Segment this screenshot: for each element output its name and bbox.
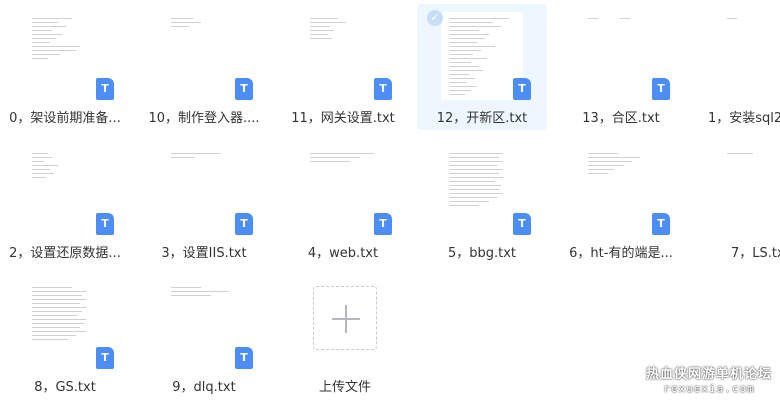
file-grid: T 0，架设前期准备... T 10，制作登入器.... T 11，网关设置.t… xyxy=(0,0,780,405)
upload-label: 上传文件 xyxy=(318,380,371,395)
file-name: 6，ht-有的端是... xyxy=(569,246,673,261)
file-name: 11，网关设置.txt xyxy=(291,111,395,126)
upload-tile[interactable]: 上传文件 xyxy=(286,273,416,399)
file-name: 12，开新区.txt xyxy=(436,111,528,126)
file-tile[interactable]: T 10，制作登入器.... xyxy=(139,4,269,130)
file-tile[interactable]: T 7，LS.txt xyxy=(695,139,780,265)
txt-file-icon: T xyxy=(513,78,531,100)
txt-file-icon: T xyxy=(96,213,114,235)
txt-file-icon: T xyxy=(374,78,392,100)
file-tile[interactable]: T 5，bbg.txt xyxy=(417,139,547,265)
file-thumbnail xyxy=(24,281,106,369)
site-watermark: 热血侠网游单机论坛 rexuexia.com xyxy=(646,363,772,395)
file-thumbnail xyxy=(302,12,384,100)
file-thumbnail xyxy=(719,12,780,100)
watermark-url: rexuexia.com xyxy=(663,382,755,395)
file-thumbnail xyxy=(302,147,384,235)
file-tile-selected[interactable]: ✓ T 12，开新区.txt xyxy=(417,4,547,130)
file-tile[interactable]: T 2，设置还原数据... xyxy=(0,139,130,265)
file-name: 1，安装sql20 xyxy=(708,111,780,126)
file-tile[interactable]: T 9，dlq.txt xyxy=(139,273,269,399)
file-tile[interactable]: T 6，ht-有的端是... xyxy=(556,139,686,265)
txt-file-icon: T xyxy=(235,213,253,235)
file-name: 0，架设前期准备... xyxy=(9,111,121,126)
txt-file-icon: T xyxy=(374,213,392,235)
txt-file-icon: T xyxy=(96,347,114,369)
txt-file-icon: T xyxy=(513,213,531,235)
plus-icon-vertical xyxy=(345,305,347,333)
file-name: 5，bbg.txt xyxy=(447,246,517,261)
upload-button[interactable] xyxy=(313,286,377,350)
file-name: 10，制作登入器.... xyxy=(148,111,260,126)
file-tile[interactable]: T 8，GS.txt xyxy=(0,273,130,399)
file-name: 8，GS.txt xyxy=(34,380,96,395)
file-name: 3，设置IIS.txt xyxy=(161,246,247,261)
file-thumbnail xyxy=(24,12,106,100)
txt-file-icon: T xyxy=(235,78,253,100)
txt-file-icon: T xyxy=(652,213,670,235)
file-tile[interactable]: T 4，web.txt xyxy=(278,139,408,265)
file-name: 9，dlq.txt xyxy=(172,380,236,395)
file-thumbnail xyxy=(163,147,245,235)
file-thumbnail xyxy=(163,281,245,369)
file-tile[interactable]: T 0，架设前期准备... xyxy=(0,4,130,130)
file-name: 2，设置还原数据... xyxy=(9,246,121,261)
watermark-title: 热血侠网游单机论坛 xyxy=(645,367,772,382)
file-thumbnail xyxy=(580,147,662,235)
file-tile[interactable]: T 13，合区.txt xyxy=(556,4,686,130)
file-tile[interactable]: T 1，安装sql20 xyxy=(695,4,780,130)
txt-file-icon: T xyxy=(96,78,114,100)
selected-check-icon[interactable]: ✓ xyxy=(427,10,443,26)
file-tile[interactable]: T 3，设置IIS.txt xyxy=(139,139,269,265)
file-thumbnail xyxy=(163,12,245,100)
file-thumbnail xyxy=(441,12,523,100)
txt-file-icon: T xyxy=(235,347,253,369)
file-thumbnail xyxy=(580,12,662,100)
file-tile[interactable]: T 11，网关设置.txt xyxy=(278,4,408,130)
file-thumbnail xyxy=(24,147,106,235)
file-name: 4，web.txt xyxy=(307,246,379,261)
file-name: 13，合区.txt xyxy=(582,111,660,126)
file-thumbnail xyxy=(441,147,523,235)
txt-file-icon: T xyxy=(652,78,670,100)
file-name: 7，LS.txt xyxy=(731,246,780,261)
file-thumbnail xyxy=(719,147,780,235)
